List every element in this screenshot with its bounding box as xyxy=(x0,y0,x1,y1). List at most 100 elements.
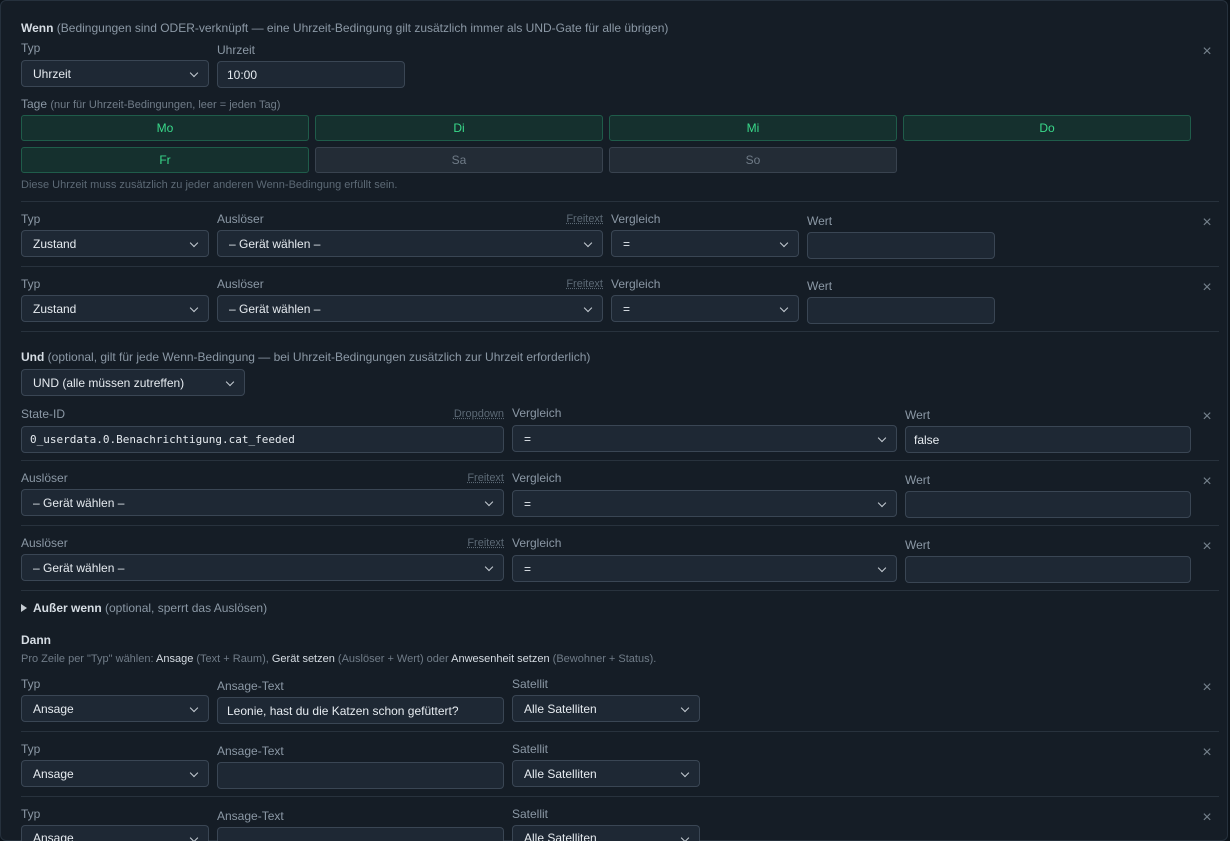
vergleich-label: Vergleich xyxy=(611,212,661,226)
typ-select[interactable]: Zustand xyxy=(21,230,209,257)
ausloeser-select[interactable]: – Gerät wählen – xyxy=(217,295,603,322)
close-icon[interactable]: × xyxy=(1200,409,1214,425)
vergleich-value: = xyxy=(524,496,532,511)
dann-title: Dann xyxy=(21,633,51,647)
wenn-title: Wenn xyxy=(21,21,54,35)
rule-editor-panel: Wenn (Bedingungen sind ODER-verknüpft — … xyxy=(0,0,1228,841)
satellit-select[interactable]: Alle Satelliten xyxy=(512,695,700,722)
day-label: Sa xyxy=(451,153,467,167)
vergleich-select[interactable]: = xyxy=(512,490,897,517)
tage-label: Tage xyxy=(21,97,48,111)
wert-input[interactable] xyxy=(905,556,1191,583)
divider xyxy=(21,796,1219,797)
freitext-link[interactable]: Freitext xyxy=(541,213,603,225)
freitext-link[interactable]: Freitext xyxy=(441,537,504,549)
ansage-text-input[interactable] xyxy=(217,762,504,789)
wert-input[interactable] xyxy=(905,491,1191,518)
satellit-value: Alle Satelliten xyxy=(524,766,597,781)
typ-select[interactable]: Ansage xyxy=(21,760,209,787)
typ-value: Ansage xyxy=(33,701,74,716)
wert-input[interactable]: false xyxy=(905,426,1191,453)
ansage-text-value: Leonie, hast du die Katzen schon gefütte… xyxy=(227,703,459,718)
wert-label: Wert xyxy=(905,473,931,487)
state-id-input[interactable]: 0_userdata.0.Benachrichtigung.cat_feeded xyxy=(21,426,504,453)
uhrzeit-input[interactable]: 10:00 xyxy=(217,61,405,88)
satellit-value: Alle Satelliten xyxy=(524,701,597,716)
vergleich-select[interactable]: = xyxy=(512,425,897,452)
freitext-link[interactable]: Freitext xyxy=(441,472,504,484)
vergleich-label: Vergleich xyxy=(611,277,661,291)
typ-value: Zustand xyxy=(33,236,77,251)
state-id-value: 0_userdata.0.Benachrichtigung.cat_feeded xyxy=(30,433,295,446)
day-label: Mi xyxy=(746,121,760,135)
day-di-toggle[interactable]: Di xyxy=(315,115,603,141)
und-mode-value: UND (alle müssen zutreffen) xyxy=(33,375,185,390)
close-icon[interactable]: × xyxy=(1200,474,1214,490)
day-label: Fr xyxy=(159,153,171,167)
close-icon[interactable]: × xyxy=(1200,215,1214,231)
dann-heading: Dann xyxy=(21,633,51,647)
ausloeser-label: Auslöser xyxy=(21,536,68,550)
close-icon[interactable]: × xyxy=(1200,539,1214,555)
uhrzeit-label: Uhrzeit xyxy=(217,43,256,57)
day-do-toggle[interactable]: Do xyxy=(903,115,1191,141)
wert-label: Wert xyxy=(905,538,931,552)
day-sa-toggle[interactable]: Sa xyxy=(315,147,603,173)
ausloeser-value: – Gerät wählen – xyxy=(33,495,125,510)
und-heading: Und (optional, gilt für jede Wenn-Beding… xyxy=(21,350,590,364)
typ-label: Typ xyxy=(21,742,41,756)
typ-select[interactable]: Uhrzeit xyxy=(21,60,209,87)
ausloeser-label: Auslöser xyxy=(217,212,264,226)
dropdown-link[interactable]: Dropdown xyxy=(431,408,504,420)
close-icon[interactable]: × xyxy=(1200,745,1214,761)
vergleich-value: = xyxy=(623,301,631,316)
divider xyxy=(21,331,1219,332)
und-mode-select[interactable]: UND (alle müssen zutreffen) xyxy=(21,369,245,396)
divider xyxy=(21,460,1219,461)
close-icon[interactable]: × xyxy=(1200,680,1214,696)
wert-label: Wert xyxy=(807,214,833,228)
close-icon[interactable]: × xyxy=(1200,44,1214,60)
day-mi-toggle[interactable]: Mi xyxy=(609,115,897,141)
vergleich-value: = xyxy=(524,431,532,446)
vergleich-value: = xyxy=(524,561,532,576)
typ-value: Zustand xyxy=(33,301,77,316)
ausloeser-select[interactable]: – Gerät wählen – xyxy=(21,554,504,581)
ansage-text-input[interactable] xyxy=(217,827,504,841)
typ-select[interactable]: Ansage xyxy=(21,825,209,841)
ausloeser-select[interactable]: – Gerät wählen – xyxy=(21,489,504,516)
tage-heading: Tage (nur für Uhrzeit-Bedingungen, leer … xyxy=(21,97,280,111)
wert-input[interactable] xyxy=(807,232,995,259)
vergleich-select[interactable]: = xyxy=(611,230,799,257)
day-mo-toggle[interactable]: Mo xyxy=(21,115,309,141)
close-icon[interactable]: × xyxy=(1200,810,1214,826)
uhrzeit-note: Diese Uhrzeit muss zusätzlich zu jeder a… xyxy=(21,179,398,191)
typ-value: Ansage xyxy=(33,831,74,841)
note-keyword: Anwesenheit setzen xyxy=(451,653,550,665)
day-so-toggle[interactable]: So xyxy=(609,147,897,173)
day-label: Di xyxy=(453,121,465,135)
wert-label: Wert xyxy=(807,279,833,293)
ausloeser-label: Auslöser xyxy=(217,277,264,291)
close-icon[interactable]: × xyxy=(1200,280,1214,296)
note-text: (Text + Raum), xyxy=(196,653,269,665)
typ-select[interactable]: Ansage xyxy=(21,695,209,722)
ansage-text-input[interactable]: Leonie, hast du die Katzen schon gefütte… xyxy=(217,697,504,724)
satellit-value: Alle Satelliten xyxy=(524,831,597,841)
ausloeser-select[interactable]: – Gerät wählen – xyxy=(217,230,603,257)
day-fr-toggle[interactable]: Fr xyxy=(21,147,309,173)
vergleich-select[interactable]: = xyxy=(512,555,897,582)
vergleich-label: Vergleich xyxy=(512,406,562,420)
typ-label: Typ xyxy=(21,807,41,821)
ausser-wenn-toggle[interactable]: Außer wenn (optional, sperrt das Auslöse… xyxy=(21,601,267,615)
note-keyword: Ansage xyxy=(156,653,194,665)
freitext-link[interactable]: Freitext xyxy=(541,278,603,290)
satellit-select[interactable]: Alle Satelliten xyxy=(512,825,700,841)
vergleich-select[interactable]: = xyxy=(611,295,799,322)
divider xyxy=(21,266,1219,267)
wert-input[interactable] xyxy=(807,297,995,324)
wert-value: false xyxy=(914,432,940,447)
typ-select[interactable]: Zustand xyxy=(21,295,209,322)
note-keyword: Gerät setzen xyxy=(271,653,335,665)
satellit-select[interactable]: Alle Satelliten xyxy=(512,760,700,787)
